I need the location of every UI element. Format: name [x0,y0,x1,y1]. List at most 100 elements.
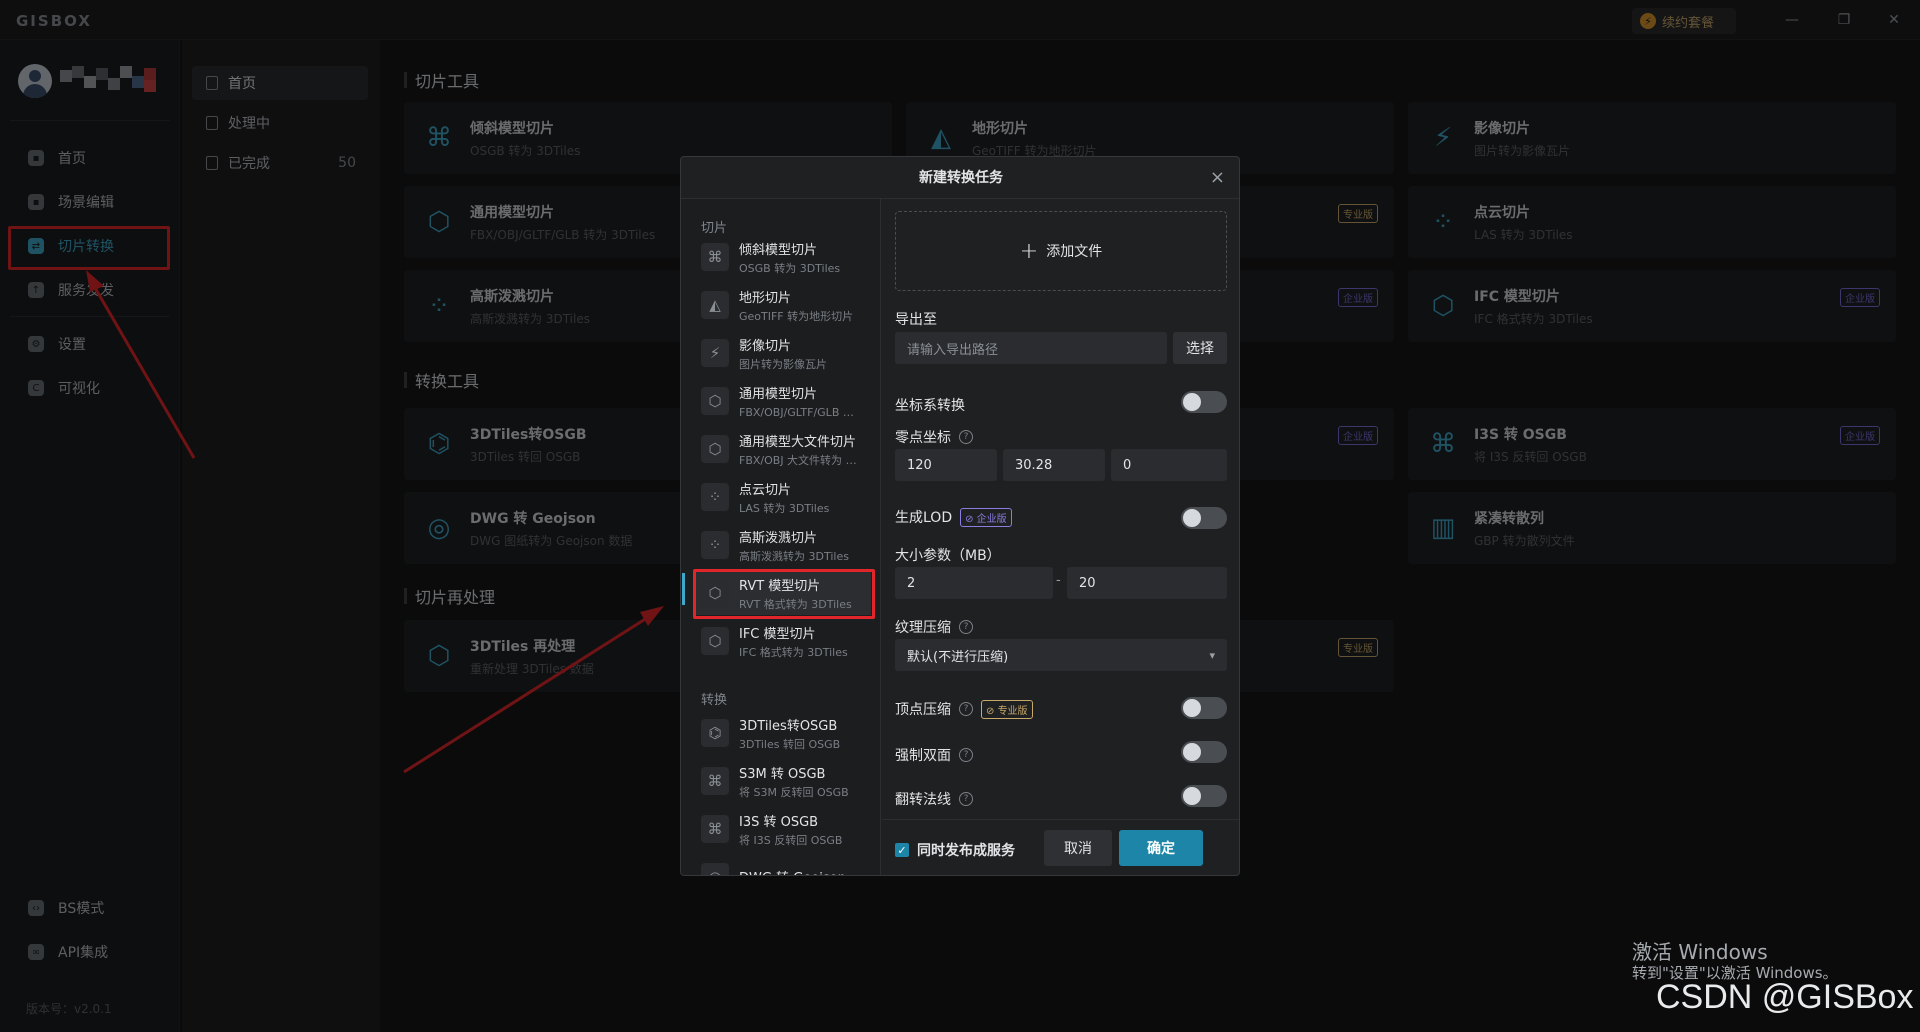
help-icon[interactable]: ? [959,702,973,716]
task-type-title: 通用模型大文件切片 [739,434,857,450]
task-type-item[interactable]: ◎ DWG 转 Geojson [695,855,871,876]
task-type-item[interactable]: ◭ 地形切片 GeoTIFF 转为地形切片 [695,283,871,327]
check-icon: ✓ [895,843,909,857]
add-file-button[interactable]: + 添加文件 [895,211,1227,291]
activate-windows-title: 激活 Windows [1632,940,1768,964]
texture-select[interactable]: 默认(不进行压缩) ▾ [895,639,1227,671]
texture-label: 纹理压缩 ? [895,617,973,637]
vertex-label-text: 顶点压缩 [895,702,951,718]
task-type-title: I3S 转 OSGB [739,814,819,830]
dialog-title: 新建转换任务 [681,157,1239,199]
csdn-watermark: CSDN @GISBox [1656,978,1914,1016]
task-type-icon: ◭ [701,291,729,319]
new-task-dialog: 新建转换任务 × 切片 ⌘ 倾斜模型切片 OSGB 转为 3DTiles ◭ 地形切片 G… [680,156,1240,876]
task-type-subtitle: LAS 转为 3DTiles [739,501,830,515]
help-icon[interactable]: ? [959,620,973,634]
task-type-icon: ⬡ [701,387,729,415]
cancel-button[interactable]: 取消 [1044,830,1112,866]
task-type-item[interactable]: ⌘ S3M 转 OSGB 将 S3M 反转回 OSGB [695,759,871,803]
origin-label: 零点坐标 ? [895,427,973,447]
group-label-convert: 转换 [701,693,728,708]
size-label: 大小参数（MB） [895,548,1001,564]
group-label-slice: 切片 [701,221,728,236]
task-type-title: 通用模型切片 [739,386,818,402]
task-type-item[interactable]: ⌬ 3DTiles转OSGB 3DTiles 转回 OSGB [695,711,871,755]
task-type-item[interactable]: ⚡ 影像切片图片转为影像瓦片 [695,331,871,375]
export-label: 导出至 [895,312,937,328]
task-type-subtitle: IFC 格式转为 3DTiles [739,645,848,659]
vertex-label: 顶点压缩 ? ⊘ 专业版 [895,699,1033,719]
task-type-subtitle: 将 S3M 反转回 OSGB [739,785,849,799]
task-type-subtitle: 将 I3S 反转回 OSGB [739,833,843,847]
publish-label: 同时发布成服务 [917,843,1015,859]
vertex-toggle[interactable] [1181,697,1227,719]
help-icon[interactable]: ? [959,748,973,762]
task-type-list: 切片 ⌘ 倾斜模型切片 OSGB 转为 3DTiles ◭ 地形切片 GeoTIFF 转为… [681,199,881,876]
task-form: + 添加文件 导出至 请输入导出路径 选择 坐标系转换 零点坐标 ? 120 3… [882,199,1239,819]
texture-select-value: 默认(不进行压缩) [907,649,1009,665]
task-type-subtitle: FBX/OBJ/GLTF/GLB 转为 3DTiles [739,405,863,419]
dialog-close-button[interactable]: × [1210,157,1225,199]
choose-button[interactable]: 选择 [1173,332,1227,364]
task-type-subtitle: 3DTiles 转回 OSGB [739,737,841,751]
task-type-icon: ⌘ [701,243,729,271]
task-type-item[interactable]: ⁘ 高斯泼溅切片 高斯泼溅转为 3DTiles [695,523,871,567]
task-type-title: 点云切片 [739,482,792,498]
add-file-label: 添加文件 [1046,244,1103,260]
chevron-down-icon: ▾ [1209,648,1215,662]
dialog-footer: ✓ 同时发布成服务 取消 确定 [882,819,1239,875]
task-type-subtitle: FBX/OBJ 大文件转为 3DTiles [739,453,863,467]
task-type-icon: ⚡ [701,339,729,367]
flip-normal-label: 翻转法线 ? [895,789,973,809]
flip-normal-label-text: 翻转法线 [895,792,951,808]
task-type-item[interactable]: ⁘ 点云切片 LAS 转为 3DTiles [695,475,871,519]
task-type-item[interactable]: ⬡ 通用模型切片 FBX/OBJ/GLTF/GLB 转为 3DTiles [695,379,871,423]
size-min-input[interactable]: 2 [895,567,1053,599]
task-type-subtitle: 高斯泼溅转为 3DTiles [739,549,849,563]
origin-z-input[interactable]: 0 [1111,449,1227,481]
coord-convert-label: 坐标系转换 [895,398,965,414]
task-type-item[interactable]: ⌘ I3S 转 OSGB 将 I3S 反转回 OSGB [695,807,871,851]
flip-normal-toggle[interactable] [1181,785,1227,807]
enterprise-badge: ⊘ 企业版 [960,507,1012,527]
task-type-title: S3M 转 OSGB [739,766,826,782]
task-type-item[interactable]: ⬡ 通用模型大文件切片 FBX/OBJ 大文件转为 3DTiles [695,427,871,471]
highlight-box-rvt [693,569,875,619]
task-type-title: DWG 转 Geojson [739,867,846,876]
origin-label-text: 零点坐标 [895,430,951,446]
confirm-button[interactable]: 确定 [1119,830,1203,866]
help-icon[interactable]: ? [959,792,973,806]
task-type-item[interactable]: ⬡ IFC 模型切片 IFC 格式转为 3DTiles [695,619,871,663]
task-type-icon: ⌘ [701,767,729,795]
texture-label-text: 纹理压缩 [895,620,951,636]
task-type-icon: ⬡ [701,435,729,463]
help-icon[interactable]: ? [959,430,973,444]
size-separator: - [1056,573,1061,588]
coord-convert-toggle[interactable] [1181,391,1227,413]
task-type-title: 地形切片 [739,290,792,306]
enterprise-badge-text: 企业版 [976,513,1007,525]
task-type-subtitle: OSGB 转为 3DTiles [739,261,841,275]
origin-y-input[interactable]: 30.28 [1003,449,1105,481]
pro-badge: ⊘ 专业版 [981,699,1033,719]
export-path-input[interactable]: 请输入导出路径 [895,332,1167,364]
lod-toggle[interactable] [1181,507,1227,529]
size-max-input[interactable]: 20 [1067,567,1227,599]
pro-badge-text: 专业版 [997,705,1028,717]
origin-x-input[interactable]: 120 [895,449,997,481]
task-type-icon: ⌬ [701,719,729,747]
double-side-label-text: 强制双面 [895,748,951,764]
task-type-title: 影像切片 [739,338,792,354]
lod-label-text: 生成LOD [895,510,953,526]
task-type-subtitle: 图片转为影像瓦片 [739,357,827,371]
lod-label: 生成LOD ⊘ 企业版 [895,507,1012,527]
publish-checkbox[interactable]: ✓ 同时发布成服务 [895,840,1015,860]
active-indicator [682,573,685,605]
task-type-subtitle: GeoTIFF 转为地形切片 [739,309,854,323]
task-type-icon: ⁘ [701,483,729,511]
task-type-icon: ⌘ [701,815,729,843]
task-type-item[interactable]: ⌘ 倾斜模型切片 OSGB 转为 3DTiles [695,235,871,279]
task-type-title: 倾斜模型切片 [739,242,818,258]
task-type-icon: ◎ [701,863,729,875]
double-side-toggle[interactable] [1181,741,1227,763]
